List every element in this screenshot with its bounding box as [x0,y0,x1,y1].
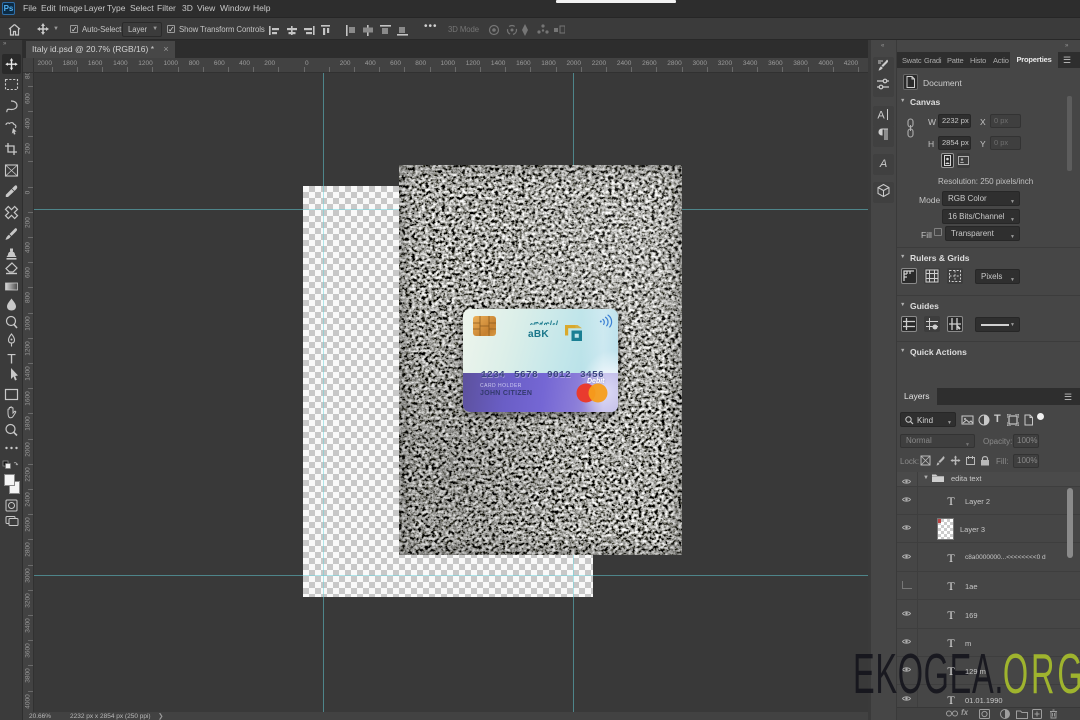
svg-text:A: A [879,158,887,170]
svg-text:T: T [7,351,16,367]
svg-text:A: A [877,110,885,122]
